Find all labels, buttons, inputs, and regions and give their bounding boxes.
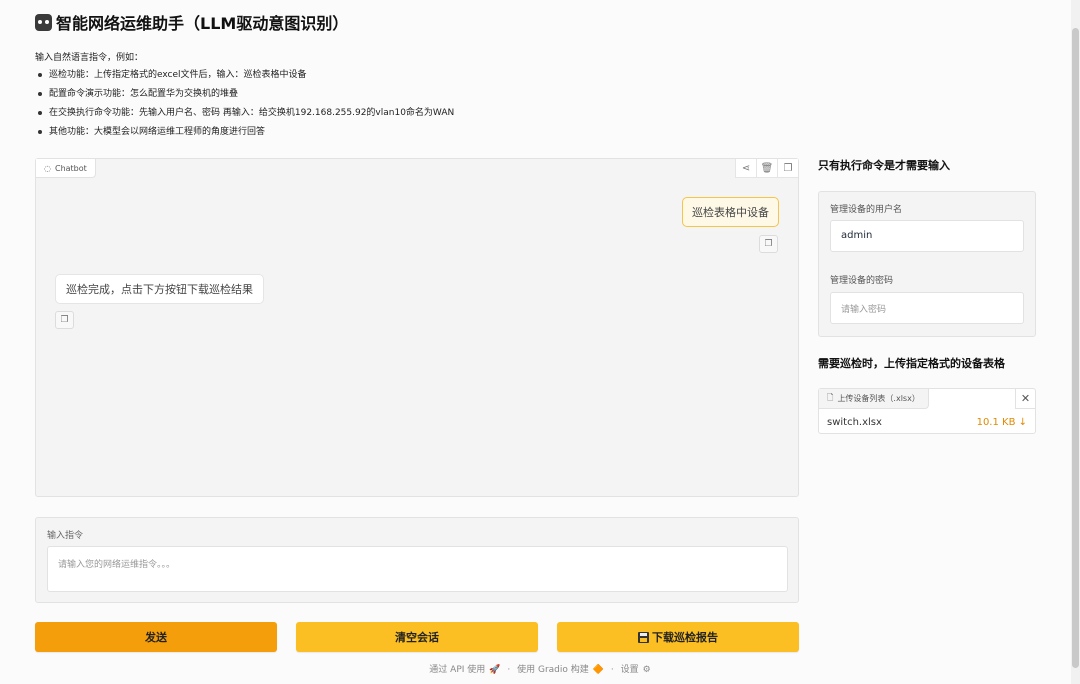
send-button[interactable]: 发送 [35,622,277,652]
file-icon: 🗋 [827,392,834,402]
robot-icon [35,13,52,31]
intro-section: 输入自然语言指令，例如： 巡检功能：上传指定格式的excel文件后，输入：巡检表… [35,50,454,145]
scroll-thumb[interactable] [1072,28,1079,668]
password-label: 管理设备的密码 [830,276,894,286]
gradio-link[interactable]: 使用 Gradio 构建 [517,665,589,675]
close-icon[interactable]: ✕ [1015,389,1035,409]
username-field[interactable]: admin [830,220,1024,252]
upload-heading: 需要巡检时，上传指定格式的设备表格 [818,357,1005,370]
file-upload-label: 🗋 上传设备列表（.xlsx） [819,389,929,409]
intro-item: 配置命令演示功能：怎么配置华为交换机的堆叠 [35,88,454,101]
file-name: switch.xlsx [827,417,882,428]
copy-icon[interactable]: ❐ [759,235,778,253]
file-upload-label-text: 上传设备列表（.xlsx） [837,394,920,403]
gradio-logo-icon: 🔶 [592,665,604,675]
password-field[interactable]: 请输入密码 [830,292,1024,324]
intro-list: 巡检功能：上传指定格式的excel文件后，输入：巡检表格中设备 配置命令演示功能… [35,69,454,139]
share-icon[interactable]: ⋖ [735,159,756,178]
username-label: 管理设备的用户名 [830,205,903,215]
download-report-button[interactable]: 下载巡检报告 [557,622,799,652]
download-report-label: 下载巡检报告 [652,631,718,644]
intro-item: 巡检功能：上传指定格式的excel文件后，输入：巡检表格中设备 [35,69,454,82]
settings-link[interactable]: 设置 [621,665,639,675]
copy-all-icon[interactable]: ❐ [777,159,798,178]
api-link[interactable]: 通过 API 使用 [429,665,485,675]
file-upload[interactable]: 🗋 上传设备列表（.xlsx） ✕ switch.xlsx 10.1 KB ↓ [818,388,1036,434]
user-message: 巡检表格中设备 [682,197,779,227]
rocket-icon: 🚀 [489,665,501,675]
scrollbar[interactable] [1071,0,1080,684]
command-input[interactable]: 请输入您的网络运维指令。。。 [47,546,788,592]
page-title-text: 智能网络运维助手（LLM驱动意图识别） [56,14,349,33]
page-title: 智能网络运维助手（LLM驱动意图识别） [35,10,348,34]
credentials-heading: 只有执行命令是才需要输入 [818,159,950,172]
footer-separator: · [610,665,614,675]
bot-message: 巡检完成，点击下方按钮下载巡检结果 [55,274,264,304]
file-download-link[interactable]: 10.1 KB ↓ [977,417,1027,428]
floppy-disk-icon [638,631,649,643]
credentials-panel: 管理设备的用户名 admin 管理设备的密码 请输入密码 [818,191,1036,337]
chatbot-label: ◌ Chatbot [36,159,96,178]
command-label: 输入指令 [47,531,84,541]
command-panel: 输入指令 请输入您的网络运维指令。。。 [35,517,799,603]
chat-toolbar: ⋖ 🗑 ❐ [735,159,798,178]
trash-icon[interactable]: 🗑 [756,159,777,178]
intro-item: 其他功能：大模型会以网络运维工程师的角度进行回答 [35,126,454,139]
intro-item: 在交换执行命令功能：先输入用户名、密码 再输入：给交换机192.168.255.… [35,107,454,120]
footer: 通过 API 使用 🚀 · 使用 Gradio 构建 🔶 · 设置 ⚙ [0,662,1080,675]
intro-heading: 输入自然语言指令，例如： [35,53,144,63]
gear-icon: ⚙ [642,665,651,675]
footer-separator: · [507,665,511,675]
clear-button[interactable]: 清空会话 [296,622,538,652]
chatbot-label-text: Chatbot [54,163,87,173]
chatbot-panel[interactable]: ◌ Chatbot ⋖ 🗑 ❐ 巡检表格中设备 ❐ 巡检完成，点击下方按钮下载巡… [35,158,799,497]
chat-bubble-icon: ◌ [44,163,51,173]
copy-icon[interactable]: ❐ [55,311,74,329]
